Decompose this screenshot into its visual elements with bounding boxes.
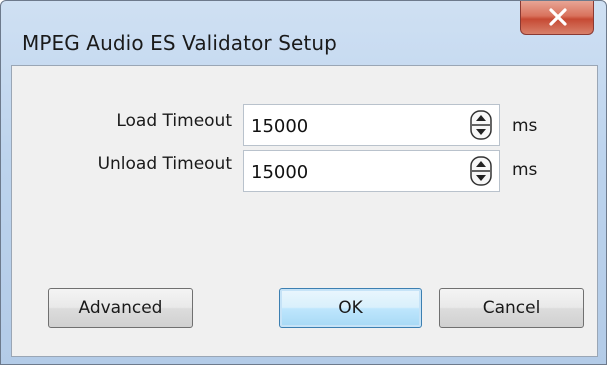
load-timeout-label: Load Timeout — [116, 111, 232, 131]
advanced-button[interactable]: Advanced — [48, 288, 193, 328]
load-timeout-unit: ms — [512, 116, 538, 136]
load-timeout-spinbox[interactable]: 15000 — [243, 104, 500, 146]
title-bar[interactable]: MPEG Audio ES Validator Setup — [1, 1, 606, 57]
spin-up-down-icon[interactable] — [470, 110, 492, 140]
unload-timeout-value[interactable]: 15000 — [251, 162, 308, 183]
dialog-body: Load Timeout 15000 ms Unload Timeout 150… — [11, 65, 598, 357]
close-x-icon — [549, 8, 567, 26]
spin-up-down-icon[interactable] — [470, 156, 492, 186]
ok-button[interactable]: OK — [279, 288, 422, 328]
close-button[interactable] — [520, 1, 594, 35]
setup-dialog: MPEG Audio ES Validator Setup Load Timeo… — [0, 0, 607, 365]
window-title: MPEG Audio ES Validator Setup — [22, 31, 337, 55]
cancel-button[interactable]: Cancel — [439, 288, 584, 328]
unload-timeout-unit: ms — [512, 160, 538, 180]
load-timeout-value[interactable]: 15000 — [251, 116, 308, 137]
unload-timeout-label: Unload Timeout — [97, 154, 232, 174]
unload-timeout-spinbox[interactable]: 15000 — [243, 150, 500, 192]
